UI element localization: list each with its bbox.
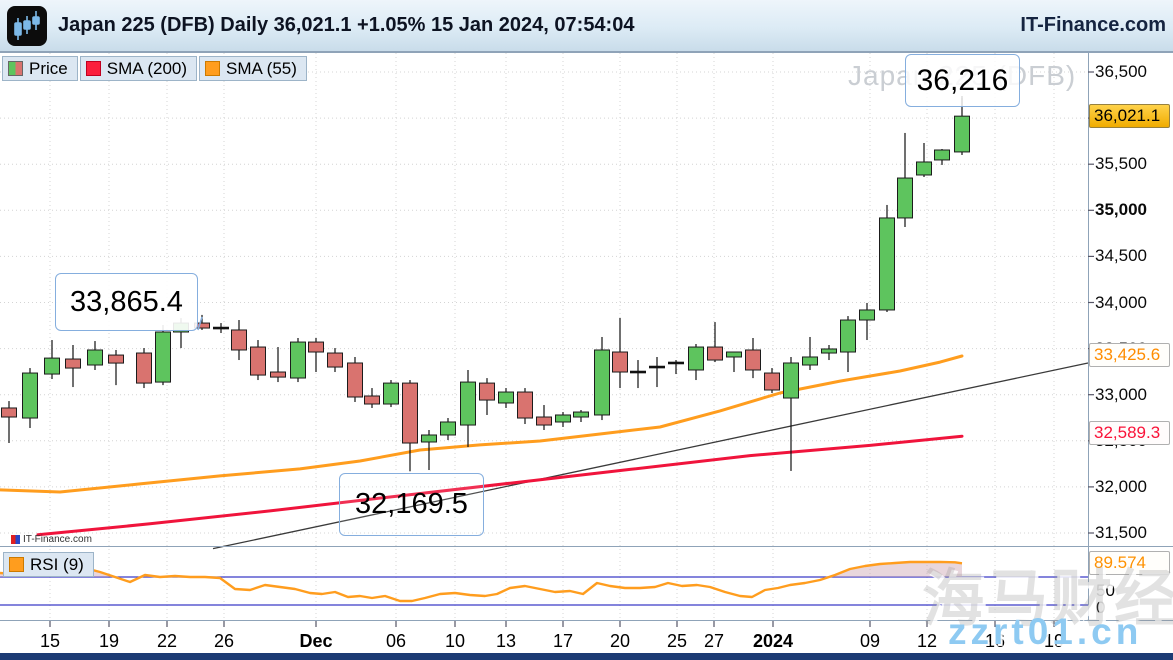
candle-up[interactable] (23, 373, 38, 418)
y-axis-label: 32,000 (1095, 477, 1147, 497)
candle-up[interactable] (784, 363, 799, 398)
x-axis-label: 27 (704, 631, 724, 652)
candle-up[interactable] (803, 357, 818, 365)
candle-up[interactable] (841, 320, 856, 352)
brand-link[interactable]: IT-Finance.com (1020, 14, 1166, 37)
candle-down[interactable] (365, 396, 380, 404)
x-axis-label: 06 (386, 631, 406, 652)
x-axis-label: 2024 (753, 631, 793, 652)
y-axis-label: 31,500 (1095, 523, 1147, 543)
candle-up[interactable] (384, 383, 399, 404)
rsi-legend-chip[interactable]: RSI (9) (3, 552, 94, 577)
header-bar: Japan 225 (DFB) Daily 36,021.1 +1.05% 15… (0, 0, 1173, 52)
rsi-line[interactable] (0, 562, 962, 601)
candle-up[interactable] (291, 342, 306, 378)
candle-up[interactable] (860, 310, 875, 320)
candle-down[interactable] (271, 372, 286, 377)
candle-down[interactable] (480, 383, 495, 400)
y-axis-label: 36,500 (1095, 62, 1147, 82)
legend-sma200-chip[interactable]: SMA (200) (80, 56, 197, 81)
candle-down[interactable] (765, 373, 780, 390)
candle-down[interactable] (66, 359, 81, 368)
itfinance-mini-logo-icon (11, 535, 20, 544)
y-axis-label: 34,000 (1095, 293, 1147, 313)
x-axis-label: 15 (40, 631, 60, 652)
candle-down[interactable] (746, 350, 761, 370)
x-axis-label: 13 (496, 631, 516, 652)
candle-up[interactable] (461, 382, 476, 425)
candle-up[interactable] (422, 435, 437, 442)
candle-up[interactable] (955, 116, 970, 152)
candle-up[interactable] (595, 350, 610, 415)
rsi-legend-label: RSI (9) (30, 555, 84, 575)
x-axis-label: 25 (667, 631, 687, 652)
indicator-legend: Price SMA (200) SMA (55) (2, 56, 307, 81)
candlestick-app-icon[interactable] (7, 6, 47, 46)
candle-down[interactable] (232, 330, 247, 350)
price-callout-low[interactable]: 32,169.5 (339, 473, 484, 536)
candle-up[interactable] (917, 162, 932, 175)
candle-down[interactable] (251, 347, 266, 375)
x-axis-label: 26 (214, 631, 234, 652)
x-axis-label: 09 (860, 631, 880, 652)
price-callout-swing-high[interactable]: 33,865.4 (55, 273, 198, 331)
candle-down[interactable] (328, 353, 343, 367)
candle-up[interactable] (935, 150, 950, 160)
x-axis-label: Dec (299, 631, 332, 652)
y-axis-label: 33,000 (1095, 385, 1147, 405)
candle-up[interactable] (898, 178, 913, 218)
x-axis-label: 10 (445, 631, 465, 652)
candle-down[interactable] (109, 355, 124, 363)
candle-down[interactable] (403, 383, 418, 443)
candle-down[interactable] (348, 363, 363, 397)
candle-up[interactable] (822, 349, 837, 353)
sma55-swatch-icon (205, 61, 220, 76)
candle-down[interactable] (708, 347, 723, 360)
legend-sma55-label: SMA (55) (226, 59, 297, 79)
site-watermark: zzrt01.cn (948, 611, 1142, 653)
legend-sma55-chip[interactable]: SMA (55) (199, 56, 307, 81)
price-candle-icon (8, 61, 23, 76)
candle-up[interactable] (689, 347, 704, 370)
x-axis-label: 19 (99, 631, 119, 652)
candle-down[interactable] (2, 408, 17, 417)
candle-up[interactable] (45, 358, 60, 374)
chart-footer-brand: IT-Finance.com (11, 534, 92, 545)
candle-up[interactable] (499, 392, 514, 403)
candle-up[interactable] (441, 422, 456, 435)
candle-down[interactable] (137, 353, 152, 383)
candle-down[interactable] (613, 352, 628, 372)
rsi-swatch-icon (9, 557, 24, 572)
legend-sma200-label: SMA (200) (107, 59, 187, 79)
x-axis-label: 22 (157, 631, 177, 652)
candle-down[interactable] (537, 417, 552, 425)
legend-price-chip[interactable]: Price (2, 56, 78, 81)
x-axis-label: 17 (553, 631, 573, 652)
candle-up[interactable] (727, 352, 742, 357)
last-price-label: 36,021.1 (1089, 104, 1170, 128)
candle-up[interactable] (880, 218, 895, 310)
bottom-status-bar (0, 653, 1173, 660)
price-callout-high[interactable]: 36,216 (905, 54, 1020, 107)
candle-up[interactable] (574, 412, 589, 417)
sma200-line[interactable] (38, 436, 962, 535)
chart-application-window: Japan 225 (DFB) Daily 36,021.1 +1.05% 15… (0, 0, 1173, 660)
legend-price-label: Price (29, 59, 68, 79)
candle-down[interactable] (309, 342, 324, 352)
candle-up[interactable] (556, 415, 571, 422)
x-axis-label: 20 (610, 631, 630, 652)
y-axis-label: 34,500 (1095, 246, 1147, 266)
y-axis-label: 35,000 (1095, 200, 1147, 220)
s200-value-label: 32,589.3 (1089, 421, 1170, 445)
instrument-title: Japan 225 (DFB) Daily 36,021.1 +1.05% 15… (58, 14, 634, 37)
candle-down[interactable] (518, 392, 533, 418)
y-axis-label: 35,500 (1095, 154, 1147, 174)
sma200-swatch-icon (86, 61, 101, 76)
candle-up[interactable] (156, 332, 171, 382)
candle-up[interactable] (88, 350, 103, 365)
s55-value-label: 33,425.6 (1089, 343, 1170, 367)
